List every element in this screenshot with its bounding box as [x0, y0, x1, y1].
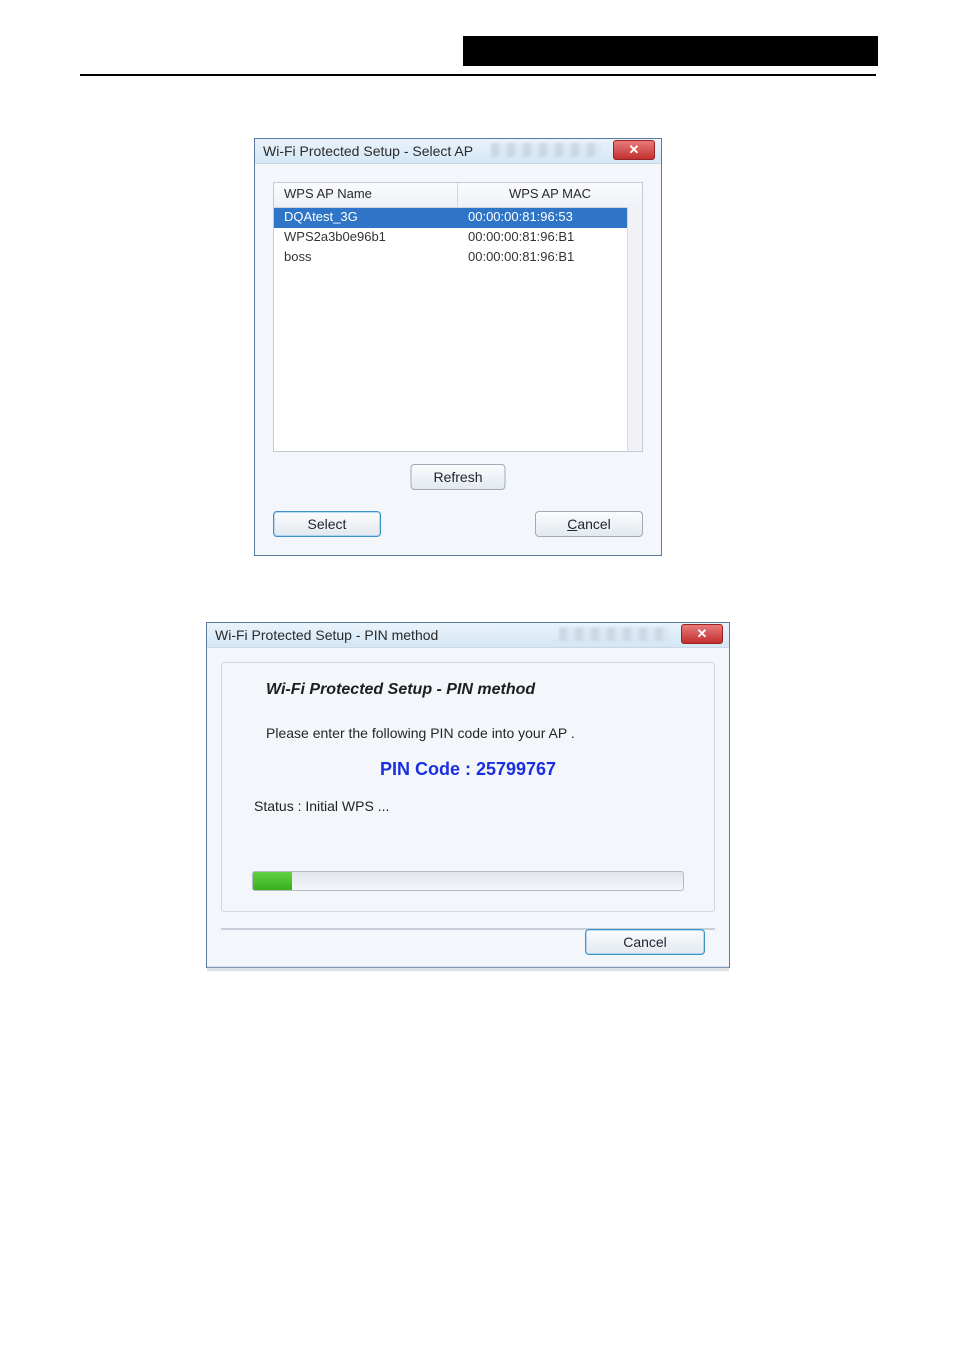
pin-instruction: Please enter the following PIN code into…: [266, 725, 670, 741]
table-row[interactable]: boss00:00:00:81:96:B1: [274, 248, 642, 268]
titlebar-blur: [559, 627, 669, 641]
titlebar-blur: [491, 143, 601, 157]
window-shadow: [207, 966, 729, 971]
ap-mac: 00:00:00:81:96:53: [458, 208, 642, 228]
pin-heading: Wi-Fi Protected Setup - PIN method: [266, 681, 670, 699]
pin-code: PIN Code : 25799767: [266, 759, 670, 780]
pin-titlebar[interactable]: Wi-Fi Protected Setup - PIN method ✕: [207, 623, 729, 648]
close-icon: ✕: [697, 622, 708, 646]
cancel-button[interactable]: Cancel: [535, 511, 643, 537]
progress-bar: [252, 871, 684, 891]
header-black-band: [463, 36, 878, 66]
close-button[interactable]: ✕: [681, 624, 723, 644]
ap-name: boss: [274, 248, 458, 268]
cancel-rest: ancel: [577, 516, 610, 532]
ap-mac: 00:00:00:81:96:B1: [458, 248, 642, 268]
select-ap-title: Wi-Fi Protected Setup - Select AP: [263, 143, 473, 159]
table-row[interactable]: DQAtest_3G00:00:00:81:96:53: [274, 208, 642, 228]
pin-group: Wi-Fi Protected Setup - PIN method Pleas…: [221, 662, 715, 912]
refresh-button[interactable]: Refresh: [411, 464, 506, 490]
col-name[interactable]: WPS AP Name: [274, 183, 458, 207]
col-mac[interactable]: WPS AP MAC: [458, 183, 642, 207]
pin-title: Wi-Fi Protected Setup - PIN method: [215, 627, 438, 643]
cancel-mnemonic: C: [567, 516, 577, 532]
ap-list-header: WPS AP Name WPS AP MAC: [274, 183, 642, 208]
header-divider: [80, 74, 876, 76]
pin-status: Status : Initial WPS ...: [254, 798, 670, 814]
ap-list[interactable]: WPS AP Name WPS AP MAC DQAtest_3G00:00:0…: [273, 182, 643, 452]
close-button[interactable]: ✕: [613, 140, 655, 160]
ap-name: DQAtest_3G: [274, 208, 458, 228]
ap-name: WPS2a3b0e96b1: [274, 228, 458, 248]
close-icon: ✕: [629, 138, 640, 162]
table-row[interactable]: WPS2a3b0e96b100:00:00:81:96:B1: [274, 228, 642, 248]
cancel-button[interactable]: Cancel: [585, 929, 705, 955]
select-ap-window: Wi-Fi Protected Setup - Select AP ✕ WPS …: [254, 138, 662, 556]
progress-fill: [253, 872, 292, 890]
scrollbar[interactable]: [627, 207, 642, 451]
select-ap-titlebar[interactable]: Wi-Fi Protected Setup - Select AP ✕: [255, 139, 661, 164]
ap-mac: 00:00:00:81:96:B1: [458, 228, 642, 248]
pin-method-window: Wi-Fi Protected Setup - PIN method ✕ Wi-…: [206, 622, 730, 968]
select-button[interactable]: Select: [273, 511, 381, 537]
